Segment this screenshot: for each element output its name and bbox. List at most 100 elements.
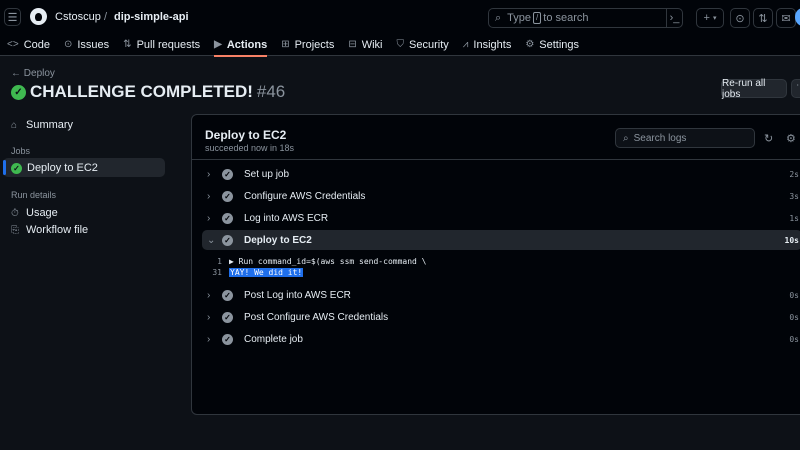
hamburger-menu-icon[interactable]: ☰ (4, 8, 21, 26)
tab-pull-requests[interactable]: ⇅ Pull requests (123, 34, 200, 56)
step-row-expanded[interactable]: ⌄ ✓ Deploy to EC2 10s (202, 230, 800, 250)
back-link[interactable]: ← Deploy (11, 68, 55, 79)
sidebar-item-summary[interactable]: ⌂ Summary (11, 119, 73, 131)
graph-icon: ⩘ (462, 39, 469, 50)
tab-wiki[interactable]: ⊟ Wiki (348, 34, 382, 56)
search-prefix-text: Type (507, 12, 532, 24)
step-duration: 2s (789, 169, 799, 179)
shield-icon: ⛉ (396, 39, 405, 50)
chevron-right-icon: › (207, 333, 211, 345)
github-logo-icon[interactable] (30, 8, 47, 25)
create-new-button[interactable]: + ▾ (696, 8, 724, 28)
tab-label: Settings (539, 38, 580, 51)
step-check-icon: ✓ (222, 212, 233, 224)
plus-icon: + (703, 12, 710, 24)
step-row[interactable]: › ✓ Configure AWS Credentials 3s (202, 186, 800, 206)
tab-label: Issues (77, 38, 110, 51)
step-name: Complete job (244, 333, 303, 345)
sidebar-item-deploy-job[interactable]: ✓ Deploy to EC2 (11, 162, 98, 174)
tab-label: Insights (473, 38, 512, 51)
owner-link[interactable]: Cstoscup (55, 11, 101, 23)
success-check-icon: ✓ (11, 162, 22, 174)
sidebar-item-workflow-file[interactable]: ⎘ Workflow file (11, 224, 88, 236)
chevron-right-icon: › (207, 168, 211, 180)
tab-label: Actions (226, 38, 268, 51)
tab-issues[interactable]: ⊙ Issues (64, 34, 109, 56)
search-suffix-text: to search (543, 12, 589, 24)
step-name: Configure AWS Credentials (244, 190, 366, 202)
log-line-text-selected[interactable]: YAY! We did it! (229, 268, 304, 277)
log-line-number[interactable]: 1 (202, 257, 229, 266)
tab-security[interactable]: ⛉ Security (397, 34, 449, 56)
chevron-down-icon: ▾ (712, 15, 717, 22)
step-row[interactable]: › ✓ Set up job 2s (202, 164, 800, 184)
job-log-panel: Deploy to EC2 succeeded now in 18s ⌕ Sear… (191, 114, 800, 415)
step-duration: 0s (789, 312, 799, 322)
step-row[interactable]: › ✓ Log into AWS ECR 1s (202, 208, 800, 228)
tab-label: Wiki (361, 38, 383, 51)
job-status-text: succeeded now in 18s (205, 143, 295, 153)
log-line: 1 ▶ Run command_id=$(aws ssm send-command… (202, 257, 426, 266)
tab-insights[interactable]: ⩘ Insights (463, 34, 512, 56)
repo-link[interactable]: dip-simple-api (114, 11, 189, 23)
step-row[interactable]: › ✓ Post Log into AWS ECR 0s (202, 285, 800, 305)
refresh-icon[interactable]: ↻ (764, 132, 773, 145)
success-check-icon: ✓ (11, 84, 26, 100)
tab-settings[interactable]: ⚙ Settings (525, 34, 579, 56)
sidebar-item-usage[interactable]: ⏱ Usage (11, 207, 58, 219)
sidebar-label: Workflow file (26, 224, 89, 236)
rerun-all-jobs-button[interactable]: Re-run all jobs (721, 78, 787, 100)
search-shortcut-key: / (533, 12, 542, 24)
run-details-heading: Run details (11, 190, 57, 200)
log-line: 31 YAY! We did it! (202, 268, 304, 277)
chevron-right-icon: › (207, 289, 211, 301)
kebab-icon: ⋯ (796, 80, 800, 91)
breadcrumb-separator: / (104, 11, 108, 23)
search-icon: ⌕ (495, 11, 502, 24)
file-icon: ⎘ (11, 224, 19, 236)
chevron-right-icon: › (207, 190, 211, 202)
tab-label: Code (23, 38, 50, 51)
page-title: ✓ CHALLENGE COMPLETED! #46 (11, 82, 285, 102)
gear-icon: ⚙ (525, 39, 535, 50)
top-bar: ☰ Cstoscup / dip-simple-api ⌕ Type / to … (0, 0, 800, 34)
tab-actions[interactable]: ▶ Actions (214, 34, 268, 57)
more-options-button[interactable]: ⋯ (791, 79, 800, 98)
pull-requests-icon[interactable]: ⇅ (753, 8, 773, 28)
job-title: Deploy to EC2 (205, 128, 287, 142)
gear-icon[interactable]: ⚙ (786, 132, 796, 145)
chevron-down-icon: ⌄ (207, 234, 216, 246)
step-name: Post Log into AWS ECR (244, 289, 351, 301)
back-label: Deploy (23, 68, 55, 79)
step-check-icon: ✓ (222, 289, 233, 301)
inbox-icon[interactable]: ✉ (776, 8, 796, 28)
book-icon: ⊟ (348, 39, 357, 50)
step-row[interactable]: › ✓ Post Configure AWS Credentials 0s (202, 307, 800, 327)
tab-label: Pull requests (136, 38, 201, 51)
step-duration: 0s (789, 334, 799, 344)
jobs-heading: Jobs (11, 146, 31, 156)
chevron-right-icon: › (207, 311, 211, 323)
repo-tabs: <> Code ⊙ Issues ⇅ Pull requests ▶ Actions ⊞… (0, 34, 800, 57)
run-number: #46 (256, 82, 286, 101)
step-check-icon: ✓ (222, 190, 233, 202)
step-name: Post Configure AWS Credentials (244, 311, 389, 323)
tab-projects[interactable]: ⊞ Projects (281, 34, 334, 56)
step-row[interactable]: › ✓ Complete job 0s (202, 329, 800, 349)
tab-label: Security (409, 38, 449, 51)
issues-icon[interactable]: ⊙ (730, 8, 750, 28)
log-line-number[interactable]: 31 (202, 268, 229, 277)
home-icon: ⌂ (11, 119, 18, 131)
step-duration: 1s (789, 213, 799, 223)
log-line-text[interactable]: ▶ Run command_id=$(aws ssm send-command … (229, 257, 426, 266)
global-search-input[interactable]: ⌕ Type / to search (488, 8, 683, 28)
stopwatch-icon: ⏱ (11, 207, 19, 219)
step-check-icon: ✓ (222, 234, 233, 246)
sidebar-label: Summary (26, 119, 74, 131)
search-logs-placeholder: Search logs (633, 132, 687, 144)
tab-label: Projects (294, 38, 335, 51)
tab-code[interactable]: <> Code (7, 34, 50, 56)
search-logs-input[interactable]: ⌕ Search logs (615, 128, 755, 148)
command-palette-icon[interactable]: ›_ (666, 8, 682, 28)
step-duration: 3s (789, 191, 799, 201)
